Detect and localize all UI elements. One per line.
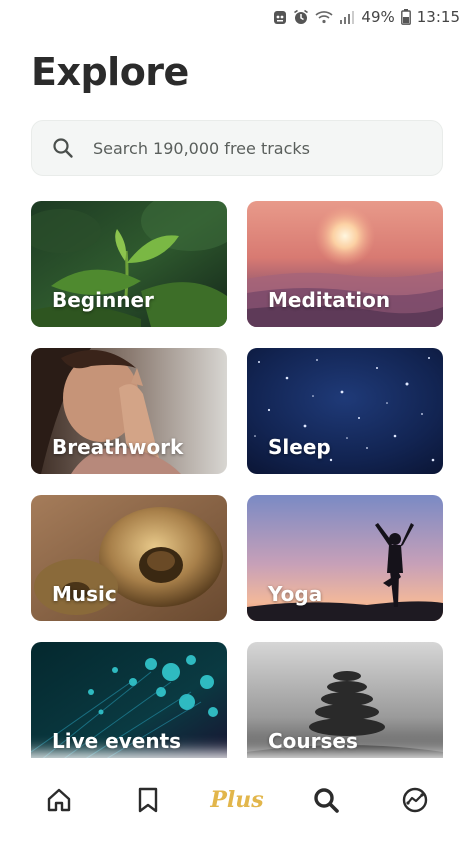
search-input[interactable] bbox=[93, 138, 413, 158]
bookmark-icon bbox=[138, 787, 157, 813]
alarm-icon bbox=[293, 8, 309, 26]
tile-label: Yoga bbox=[268, 582, 323, 606]
wifi-icon bbox=[315, 8, 333, 26]
search-icon bbox=[52, 137, 74, 159]
nav-plus[interactable]: Plus bbox=[209, 772, 265, 828]
home-icon bbox=[47, 788, 70, 812]
status-bar: 49% 13:15 bbox=[0, 0, 474, 34]
tile-label: Sleep bbox=[268, 435, 331, 459]
category-tile-music[interactable]: Music bbox=[31, 495, 227, 621]
category-grid: Beginner Meditation Breathwork Sleep Mus… bbox=[31, 201, 443, 768]
clock: 13:15 bbox=[416, 8, 460, 26]
tile-label: Live events bbox=[52, 729, 182, 753]
tile-label: Beginner bbox=[52, 288, 154, 312]
nav-home[interactable] bbox=[31, 772, 87, 828]
battery-icon bbox=[400, 8, 411, 26]
category-tile-courses[interactable]: Courses bbox=[247, 642, 443, 768]
signal-icon bbox=[339, 8, 355, 26]
category-tile-sleep[interactable]: Sleep bbox=[247, 348, 443, 474]
tile-label: Meditation bbox=[268, 288, 391, 312]
discover-icon bbox=[403, 787, 428, 813]
category-tile-yoga[interactable]: Yoga bbox=[247, 495, 443, 621]
search-bar[interactable] bbox=[31, 120, 443, 176]
nav-discover[interactable] bbox=[387, 772, 443, 828]
category-tile-meditation[interactable]: Meditation bbox=[247, 201, 443, 327]
tile-label: Courses bbox=[268, 729, 358, 753]
tile-label: Music bbox=[52, 582, 117, 606]
tile-label: Breathwork bbox=[52, 435, 184, 459]
search-icon bbox=[314, 788, 339, 813]
category-tile-breathwork[interactable]: Breathwork bbox=[31, 348, 227, 474]
category-tile-beginner[interactable]: Beginner bbox=[31, 201, 227, 327]
plus-label: Plus bbox=[210, 787, 264, 813]
notification-icon bbox=[273, 8, 287, 26]
nav-search[interactable] bbox=[298, 772, 354, 828]
battery-percent: 49% bbox=[361, 8, 395, 26]
nav-saved[interactable] bbox=[120, 772, 176, 828]
category-tile-live-events[interactable]: Live events bbox=[31, 642, 227, 768]
page-title: Explore bbox=[31, 50, 189, 94]
bottom-nav: Plus bbox=[0, 758, 474, 842]
